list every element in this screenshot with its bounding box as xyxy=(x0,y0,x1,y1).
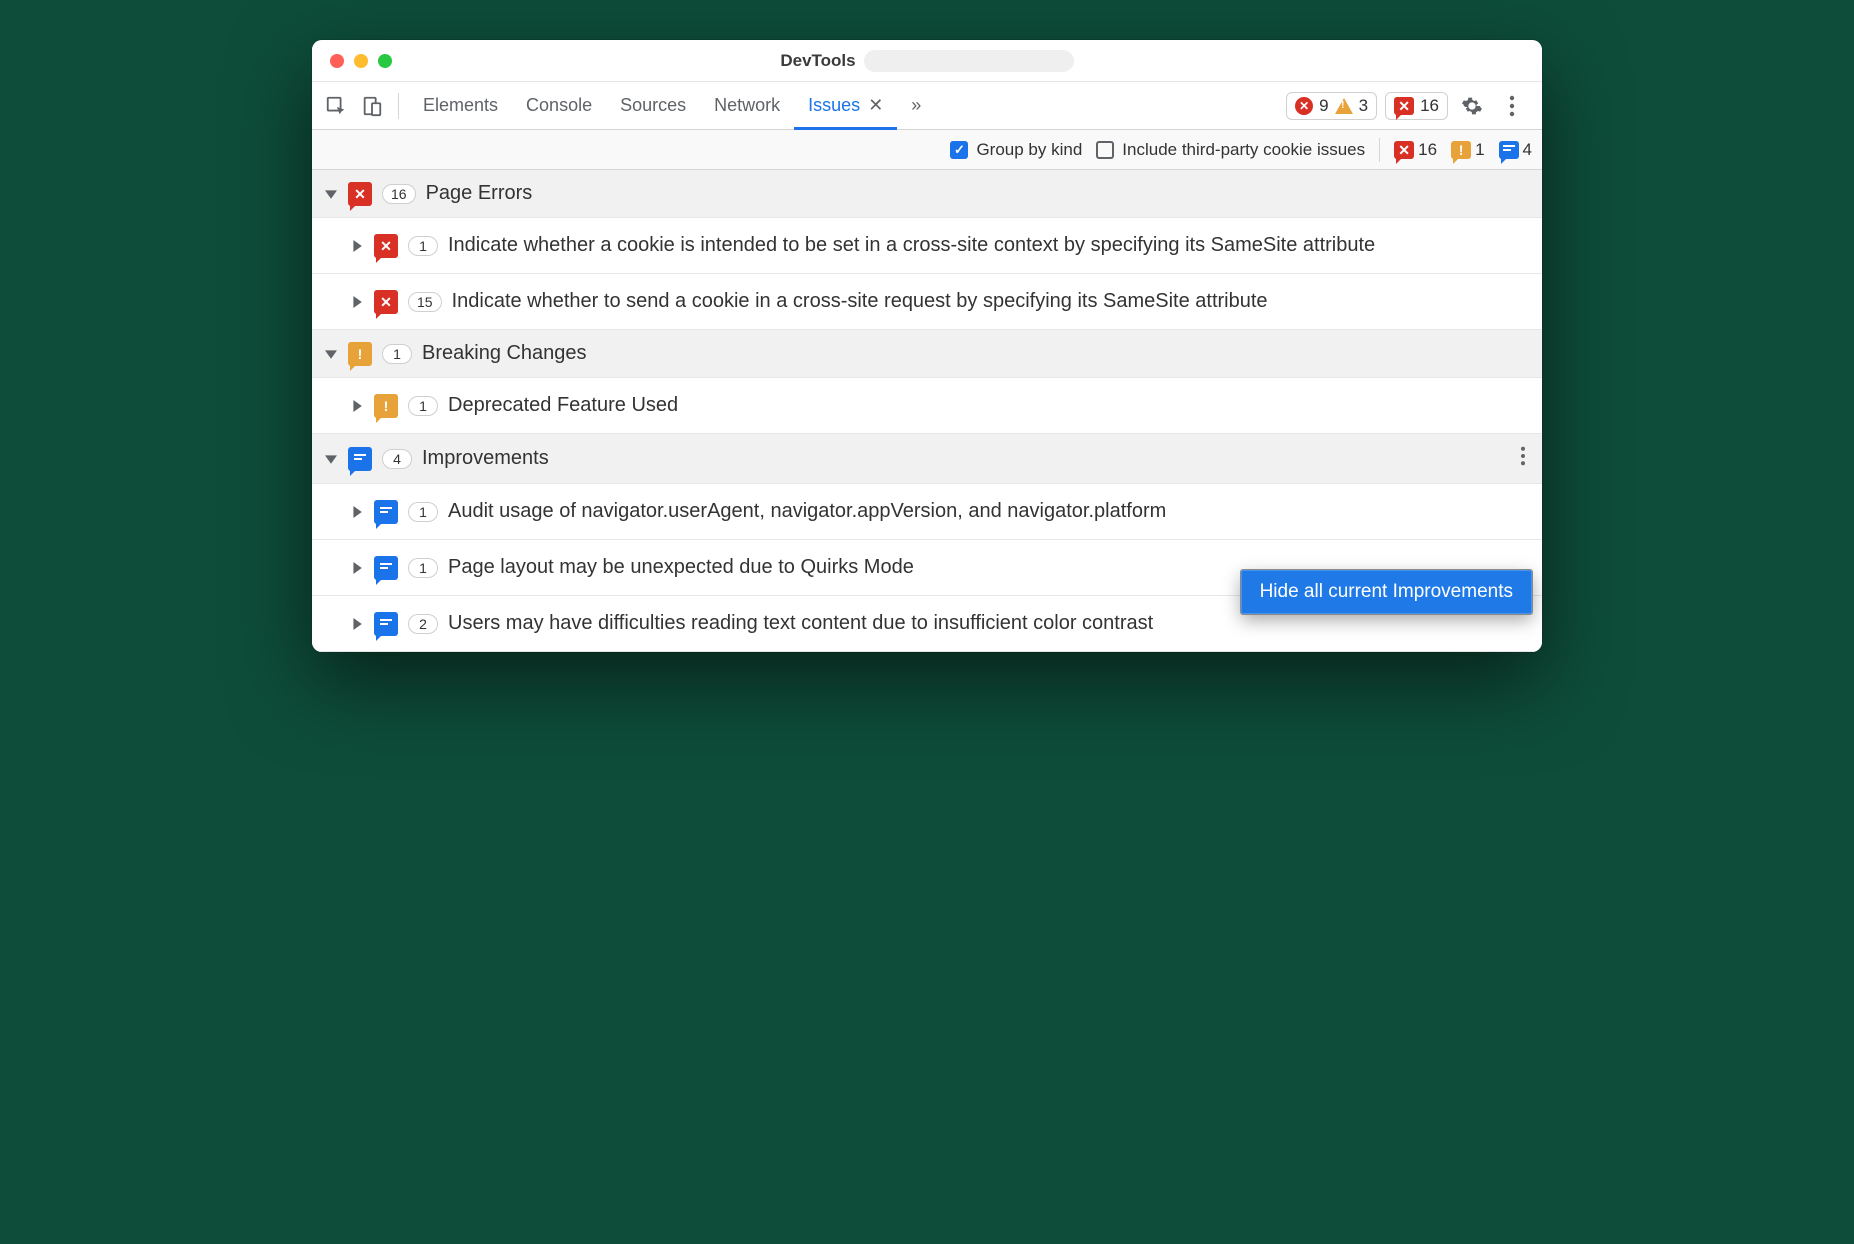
kebab-icon[interactable] xyxy=(1516,442,1530,475)
gear-icon[interactable] xyxy=(1456,90,1488,122)
separator xyxy=(1379,138,1380,162)
group-header-improvements[interactable]: 4 Improvements xyxy=(312,434,1542,484)
issues-status-pill[interactable]: ✕ 16 xyxy=(1385,92,1448,120)
tab-label: Sources xyxy=(620,95,686,116)
issue-count: 15 xyxy=(408,292,442,312)
issue-title: Indicate whether a cookie is intended to… xyxy=(448,232,1375,259)
warning-bubble-icon: ! xyxy=(374,394,398,418)
improvement-bubble-icon xyxy=(1499,141,1519,159)
panel-tabs: Elements Console Sources Network Issues … xyxy=(409,82,935,129)
issue-title: Deprecated Feature Used xyxy=(448,392,678,419)
toolbar-separator xyxy=(398,93,399,119)
group-by-kind-label: Group by kind xyxy=(976,140,1082,160)
filter-chip-warnings[interactable]: ! 1 xyxy=(1451,140,1484,160)
issue-row[interactable]: ✕ 1 Indicate whether a cookie is intende… xyxy=(312,218,1542,274)
context-menu: Hide all current Improvements xyxy=(1241,570,1532,614)
group-title: Breaking Changes xyxy=(422,342,587,365)
issues-icon: ✕ xyxy=(1394,97,1414,115)
issues-filter-bar: Group by kind Include third-party cookie… xyxy=(312,130,1542,170)
issue-row[interactable]: 1 Audit usage of navigator.userAgent, na… xyxy=(312,484,1542,540)
error-bubble-icon: ✕ xyxy=(348,182,372,206)
chevron-right-icon xyxy=(350,506,364,518)
issue-title: Indicate whether to send a cookie in a c… xyxy=(452,288,1268,315)
tab-elements[interactable]: Elements xyxy=(409,83,512,130)
toolbar-right: ✕ 9 3 ✕ 16 xyxy=(1286,90,1534,122)
issue-row[interactable]: ! 1 Deprecated Feature Used xyxy=(312,378,1542,434)
console-status-pill[interactable]: ✕ 9 3 xyxy=(1286,92,1377,120)
improvement-bubble-icon xyxy=(374,612,398,636)
tab-issues[interactable]: Issues ✕ xyxy=(794,83,897,130)
checkbox-icon xyxy=(950,141,968,159)
issue-count: 1 xyxy=(408,502,438,522)
chevron-down-icon xyxy=(324,348,338,360)
third-party-toggle[interactable]: Include third-party cookie issues xyxy=(1096,140,1365,160)
third-party-label: Include third-party cookie issues xyxy=(1122,140,1365,160)
count: 1 xyxy=(1475,140,1484,160)
chevron-right-icon xyxy=(350,400,364,412)
chevron-right-icon xyxy=(350,240,364,252)
tab-label: Console xyxy=(526,95,592,116)
group-title: Improvements xyxy=(422,447,549,470)
warning-bubble-icon: ! xyxy=(348,342,372,366)
chevron-right-icon xyxy=(350,618,364,630)
tab-console[interactable]: Console xyxy=(512,83,606,130)
issue-title: Audit usage of navigator.userAgent, navi… xyxy=(448,498,1166,525)
device-toolbar-icon[interactable] xyxy=(356,90,388,122)
warning-icon xyxy=(1335,98,1353,114)
issue-count: 1 xyxy=(408,236,438,256)
tab-label: Elements xyxy=(423,95,498,116)
issue-title: Page layout may be unexpected due to Qui… xyxy=(448,554,914,581)
tab-sources[interactable]: Sources xyxy=(606,83,700,130)
error-icon: ✕ xyxy=(1295,97,1313,115)
group-header-warnings[interactable]: ! 1 Breaking Changes xyxy=(312,330,1542,378)
tab-network[interactable]: Network xyxy=(700,83,794,130)
warning-count: 3 xyxy=(1359,96,1368,116)
checkbox-icon xyxy=(1096,141,1114,159)
count: 16 xyxy=(1418,140,1437,160)
group-count: 1 xyxy=(382,344,412,364)
filter-chip-improvements[interactable]: 4 xyxy=(1499,140,1532,160)
url-omitted-pill xyxy=(864,50,1074,72)
chevron-down-icon xyxy=(324,188,338,200)
group-by-kind-toggle[interactable]: Group by kind xyxy=(950,140,1082,160)
chevron-down-icon xyxy=(324,453,338,465)
chevron-double-right-icon: » xyxy=(911,95,921,116)
group-count: 16 xyxy=(382,184,416,204)
group-header-errors[interactable]: ✕ 16 Page Errors xyxy=(312,170,1542,218)
menu-item-hide-improvements[interactable]: Hide all current Improvements xyxy=(1260,581,1513,603)
group-count: 4 xyxy=(382,449,412,469)
error-bubble-icon: ✕ xyxy=(1394,141,1414,159)
window-title: DevTools xyxy=(312,50,1542,72)
chevron-right-icon xyxy=(350,562,364,574)
improvement-bubble-icon xyxy=(374,500,398,524)
close-icon[interactable]: ✕ xyxy=(868,95,883,116)
chevron-right-icon xyxy=(350,296,364,308)
issue-count: 1 xyxy=(408,396,438,416)
inspect-element-icon[interactable] xyxy=(320,90,352,122)
error-bubble-icon: ✕ xyxy=(374,234,398,258)
count: 4 xyxy=(1523,140,1532,160)
devtools-window: DevTools Elements Console Sources Networ… xyxy=(312,40,1542,652)
error-bubble-icon: ✕ xyxy=(374,290,398,314)
tab-label: Network xyxy=(714,95,780,116)
issues-count: 16 xyxy=(1420,96,1439,116)
kebab-icon[interactable] xyxy=(1496,90,1528,122)
tab-overflow[interactable]: » xyxy=(897,83,935,130)
group-title: Page Errors xyxy=(426,182,533,205)
issue-row[interactable]: ✕ 15 Indicate whether to send a cookie i… xyxy=(312,274,1542,330)
filter-chip-errors[interactable]: ✕ 16 xyxy=(1394,140,1437,160)
titlebar: DevTools xyxy=(312,40,1542,82)
error-count: 9 xyxy=(1319,96,1328,116)
issue-count: 2 xyxy=(408,614,438,634)
improvement-bubble-icon xyxy=(374,556,398,580)
warning-bubble-icon: ! xyxy=(1451,141,1471,159)
main-toolbar: Elements Console Sources Network Issues … xyxy=(312,82,1542,130)
issue-count: 1 xyxy=(408,558,438,578)
tab-label: Issues xyxy=(808,95,860,116)
improvement-bubble-icon xyxy=(348,447,372,471)
window-title-text: DevTools xyxy=(780,51,855,71)
issue-title: Users may have difficulties reading text… xyxy=(448,610,1153,637)
